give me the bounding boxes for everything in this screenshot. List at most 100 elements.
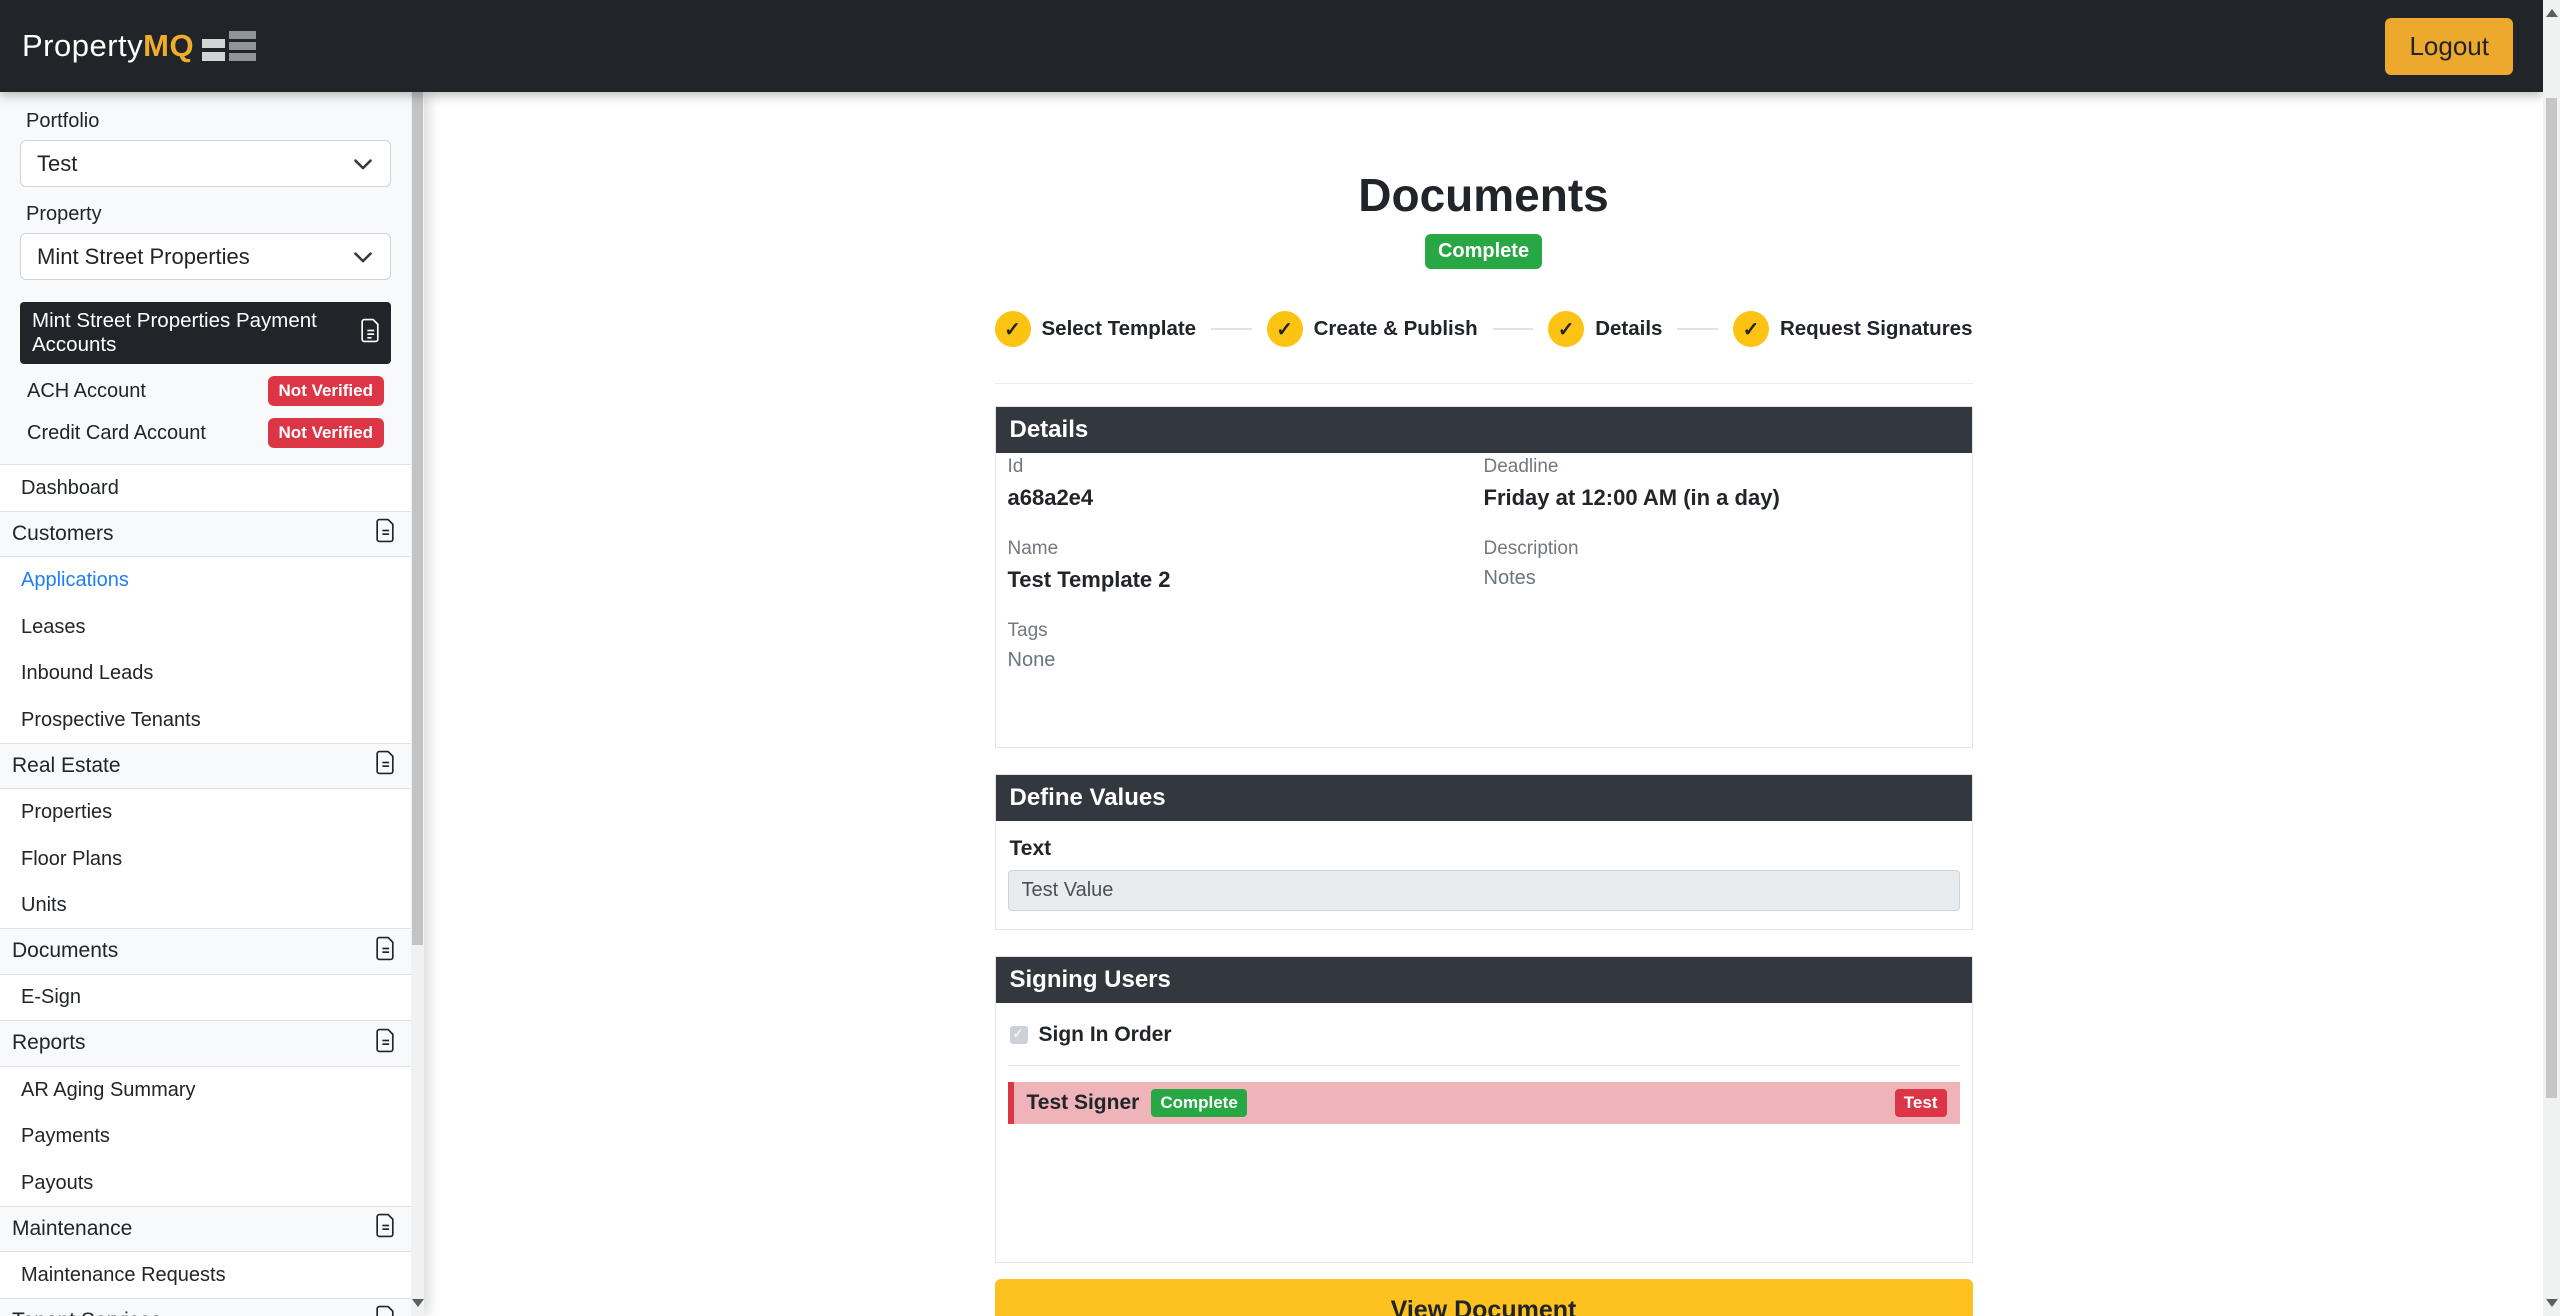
divider <box>995 383 1973 384</box>
define-values-card: Define Values Text <box>995 774 1973 930</box>
status-badge-wrap: Complete <box>995 234 1973 269</box>
page-title: Documents <box>995 168 1973 222</box>
logo-text: PropertyMQ <box>22 28 194 64</box>
nav-label: Floor Plans <box>21 848 122 871</box>
step-connector <box>1211 328 1252 330</box>
sidebar-section-customers[interactable]: Customers <box>0 511 411 558</box>
nav-label: Documents <box>12 939 118 963</box>
document-icon <box>375 750 396 781</box>
chevron-down-icon <box>352 246 374 268</box>
nav-label: Leases <box>21 616 86 639</box>
step-create-publish: Create & Publish <box>1267 311 1478 347</box>
sidebar-item-properties[interactable]: Properties <box>0 789 411 836</box>
nav-label: Payouts <box>21 1172 93 1195</box>
divider <box>1008 1065 1960 1066</box>
portfolio-select[interactable]: Test <box>20 140 391 187</box>
sidebar-item-payouts[interactable]: Payouts <box>0 1160 411 1207</box>
sidebar-item-dashboard[interactable]: Dashboard <box>0 465 411 512</box>
property-select-value: Mint Street Properties <box>37 244 250 270</box>
nav-label: Reports <box>12 1031 86 1055</box>
sidebar-inner: Portfolio Test Property Mint Street Prop… <box>0 92 411 1316</box>
sidebar-section-maintenance[interactable]: Maintenance <box>0 1206 411 1253</box>
nav-label: E-Sign <box>21 986 81 1009</box>
sidebar-item-floor-plans[interactable]: Floor Plans <box>0 836 411 883</box>
field-value: a68a2e4 <box>1008 485 1484 511</box>
page-scrollbar-thumb[interactable] <box>2546 98 2557 1098</box>
define-values-card-body: Text <box>996 821 1972 929</box>
sidebar-item-payments[interactable]: Payments <box>0 1113 411 1160</box>
sign-in-order-label: Sign In Order <box>1039 1023 1172 1047</box>
page-scrollbar[interactable] <box>2543 0 2560 1316</box>
payment-account-row: Credit Card Account Not Verified <box>20 418 391 448</box>
details-card: Details Id a68a2e4 Deadline Friday at 12… <box>995 406 1973 748</box>
nav-label: Applications <box>21 569 129 592</box>
check-icon <box>1733 311 1769 347</box>
logo-bars-right <box>229 31 256 61</box>
status-badge: Complete <box>1425 234 1542 269</box>
signing-users-card-header: Signing Users <box>996 957 1972 1003</box>
sidebar-section-documents[interactable]: Documents <box>0 928 411 975</box>
field-label: Deadline <box>1484 456 1960 478</box>
logout-button[interactable]: Logout <box>2385 18 2513 75</box>
document-icon <box>360 318 381 349</box>
logo-bars-left <box>202 39 225 61</box>
logo-bars-icon <box>202 31 256 61</box>
step-select-template: Select Template <box>995 311 1197 347</box>
payment-accounts-header[interactable]: Mint Street Properties Payment Accounts <box>20 302 391 364</box>
check-icon <box>1548 311 1584 347</box>
account-name: Credit Card Account <box>27 422 206 445</box>
step-label: Select Template <box>1042 317 1197 341</box>
sidebar-item-leases[interactable]: Leases <box>0 604 411 651</box>
field-id: Id a68a2e4 <box>1008 456 1484 511</box>
nav-label: Dashboard <box>21 477 119 500</box>
view-document-button[interactable]: View Document <box>995 1279 1973 1316</box>
signer-row[interactable]: Test Signer Complete Test <box>1008 1082 1960 1124</box>
sidebar: Portfolio Test Property Mint Street Prop… <box>0 92 424 1316</box>
sidebar-item-units[interactable]: Units <box>0 882 411 929</box>
field-value: Test Template 2 <box>1008 567 1484 593</box>
scroll-down-icon[interactable] <box>2546 1299 2558 1307</box>
sidebar-item-prospective-tenants[interactable]: Prospective Tenants <box>0 697 411 744</box>
signer-name: Test Signer <box>1027 1091 1140 1115</box>
sidebar-filters: Portfolio Test Property Mint Street Prop… <box>0 92 411 448</box>
sidebar-section-tenant-services[interactable]: Tenant Services <box>0 1298 411 1316</box>
property-label: Property <box>26 203 391 226</box>
progress-steps: Select Template Create & Publish Details… <box>995 311 1973 347</box>
step-label: Details <box>1595 317 1662 341</box>
step-connector <box>1677 328 1718 330</box>
step-label: Create & Publish <box>1314 317 1478 341</box>
sign-in-order-row: Sign In Order <box>1010 1023 1960 1047</box>
sidebar-item-inbound-leads[interactable]: Inbound Leads <box>0 650 411 697</box>
nav-label: Inbound Leads <box>21 662 153 685</box>
sidebar-item-ar-aging-summary[interactable]: AR Aging Summary <box>0 1067 411 1114</box>
app-header: PropertyMQ Logout <box>0 0 2543 92</box>
field-tags: Tags None <box>1008 620 1484 672</box>
account-name: ACH Account <box>27 380 146 403</box>
sidebar-item-applications[interactable]: Applications <box>0 557 411 604</box>
scroll-up-icon[interactable] <box>2546 9 2558 17</box>
sidebar-section-real-estate[interactable]: Real Estate <box>0 743 411 790</box>
nav-label: Maintenance <box>12 1217 132 1241</box>
document-icon <box>375 518 396 549</box>
logo-mq: MQ <box>143 28 194 63</box>
document-icon <box>375 1213 396 1244</box>
field-label: Id <box>1008 456 1484 478</box>
property-select[interactable]: Mint Street Properties <box>20 233 391 280</box>
details-card-body: Id a68a2e4 Deadline Friday at 12:00 AM (… <box>996 453 1972 747</box>
payment-accounts-panel: Mint Street Properties Payment Accounts … <box>20 302 391 448</box>
sidebar-item-maintenance-requests[interactable]: Maintenance Requests <box>0 1252 411 1299</box>
nav-label: Tenant Services <box>12 1309 161 1316</box>
nav-label: Properties <box>21 801 112 824</box>
main-content: Documents Complete Select Template Creat… <box>424 92 2543 1316</box>
step-connector <box>1493 328 1534 330</box>
nav-label: Payments <box>21 1125 110 1148</box>
sidebar-scrollbar-thumb[interactable] <box>412 92 423 945</box>
field-label: Tags <box>1008 620 1484 642</box>
sidebar-section-reports[interactable]: Reports <box>0 1020 411 1067</box>
sidebar-nav: Dashboard Customers Applications Leases … <box>0 464 411 1316</box>
sidebar-item-e-sign[interactable]: E-Sign <box>0 975 411 1022</box>
field-deadline: Deadline Friday at 12:00 AM (in a day) <box>1484 456 1960 511</box>
field-description: Description Notes <box>1484 538 1960 593</box>
scroll-down-icon[interactable] <box>412 1299 424 1307</box>
sidebar-scrollbar[interactable] <box>411 92 424 1316</box>
